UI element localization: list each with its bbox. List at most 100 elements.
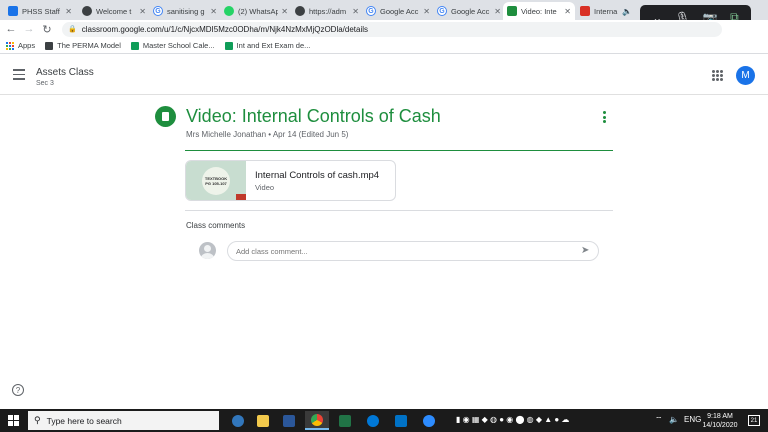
classroom-icon [507, 6, 517, 16]
sheets-icon [224, 41, 233, 50]
tab-video-internal-active[interactable]: Video: Inte ✕ [503, 2, 575, 20]
bookmark-icon [45, 41, 54, 50]
classroom-header: Assets Class Sec 3 M [0, 55, 768, 95]
edge-icon[interactable] [361, 411, 385, 430]
video-thumbnail: TEXTBOOK PG 105-107 [186, 161, 246, 200]
windows-taskbar: ⚲ Type here to search ▮ ◉ ▦ ◆ ◍ ● ◉ ⬤ ◍ … [0, 409, 768, 432]
clock-date: 14/10/2020 [702, 422, 738, 429]
tab-admin[interactable]: https://adm ✕ [291, 2, 363, 20]
browser-toolbar: ← → ↻ 🔒 classroom.google.com/u/1/c/NjcxM… [0, 20, 768, 38]
class-section: Sec 3 [36, 80, 54, 87]
tab-whatsapp[interactable]: (2) WhatsAp ✕ [220, 2, 292, 20]
comment-input[interactable] [227, 241, 599, 261]
class-name[interactable]: Assets Class [36, 67, 94, 78]
video-attachment-card[interactable]: TEXTBOOK PG 105-107 Internal Controls of… [185, 160, 396, 201]
help-icon[interactable]: ? [12, 384, 24, 396]
menu-icon[interactable] [13, 69, 25, 83]
address-bar[interactable]: 🔒 classroom.google.com/u/1/c/NjcxMDI5Mzc… [62, 21, 722, 37]
reload-icon[interactable]: ↻ [40, 23, 54, 36]
bookmark-label: Apps [18, 41, 36, 50]
tab-label: Welcome t [96, 6, 132, 16]
lock-icon: 🔒 [68, 26, 77, 33]
google-icon: G [153, 6, 163, 16]
word-icon[interactable] [277, 411, 301, 430]
taskbar-search[interactable]: ⚲ Type here to search [28, 411, 219, 430]
tab-label: Interna [594, 6, 618, 16]
tab-close-icon[interactable]: ✕ [352, 7, 359, 16]
youtube-icon [580, 6, 590, 16]
tab-label: Google Acc [380, 6, 419, 16]
attachment-type: Video [255, 183, 275, 192]
tab-close-icon[interactable]: ✕ [65, 7, 72, 16]
clock-time: 9:18 AM [707, 413, 733, 420]
tab-sanitising[interactable]: G sanitising g ✕ [149, 2, 221, 20]
globe-icon [82, 6, 92, 16]
outlook-icon[interactable] [389, 411, 413, 430]
send-icon[interactable]: ➤ [581, 245, 589, 256]
tab-label: PHSS Staff [22, 6, 60, 16]
back-arrow-icon[interactable]: ← [4, 23, 18, 35]
sheets-icon [130, 41, 139, 50]
chrome-icon[interactable] [305, 411, 329, 430]
tab-label: Google Acc [451, 6, 490, 16]
speaker-icon[interactable]: 🔈 [622, 7, 632, 16]
tab-close-icon[interactable]: ✕ [281, 7, 288, 16]
title-divider [185, 150, 613, 151]
google-icon: G [437, 6, 447, 16]
language-indicator[interactable]: ENG [684, 415, 701, 424]
network-icon[interactable]: ⌔ [655, 415, 663, 425]
user-avatar-icon [199, 242, 216, 259]
tab-label: sanitising g [167, 6, 205, 16]
search-placeholder: Type here to search [46, 415, 122, 426]
bookmark-apps[interactable]: Apps [6, 41, 35, 50]
bookmark-perma-model[interactable]: The PERMA Model [45, 41, 121, 50]
tab-label: https://adm [309, 6, 347, 16]
material-icon [155, 106, 176, 127]
attachment-name: Internal Controls of cash.mp4 [255, 170, 380, 181]
windows-start-icon[interactable] [8, 415, 19, 426]
google-apps-icon[interactable] [712, 70, 723, 81]
tab-welcome[interactable]: Welcome t ✕ [78, 2, 150, 20]
forward-arrow-icon[interactable]: → [22, 23, 36, 35]
tab-close-icon[interactable]: ✕ [564, 7, 571, 16]
notification-center-icon[interactable]: 21 [748, 415, 760, 426]
comments-divider [185, 210, 613, 211]
bookmark-master-calendar[interactable]: Master School Cale... [130, 41, 215, 50]
tab-label: Video: Inte [521, 6, 557, 16]
bookmark-label: Master School Cale... [142, 41, 215, 50]
zoom-icon[interactable] [417, 411, 441, 430]
tab-internal-youtube[interactable]: Interna 🔈 [576, 2, 636, 20]
thumbnail-corner [236, 194, 246, 200]
apps-grid-icon [6, 41, 14, 50]
tab-google-account-2[interactable]: G Google Acc ✕ [433, 2, 505, 20]
tab-close-icon[interactable]: ✕ [139, 7, 146, 16]
tab-label: (2) WhatsAp [238, 6, 279, 16]
post-meta: Mrs Michelle Jonathan • Apr 14 (Edited J… [186, 130, 349, 139]
class-comments-label: Class comments [186, 221, 246, 230]
bookmark-exam-details[interactable]: Int and Ext Exam de... [224, 41, 311, 50]
tab-favicon-icon [8, 6, 18, 16]
google-icon: G [366, 6, 376, 16]
account-avatar[interactable]: M [736, 66, 755, 85]
bookmarks-bar: Apps The PERMA Model Master School Cale.… [0, 38, 768, 54]
taskbar-clock[interactable]: 9:18 AM 14/10/2020 [700, 412, 740, 430]
bookmark-label: Int and Ext Exam de... [236, 41, 311, 50]
whatsapp-icon [224, 6, 234, 16]
file-explorer-icon[interactable] [251, 411, 275, 430]
more-options-icon[interactable] [603, 111, 607, 125]
bookmark-label: The PERMA Model [57, 41, 121, 50]
url-text: classroom.google.com/u/1/c/NjcxMDI5Mzc0O… [81, 24, 369, 34]
search-icon: ⚲ [34, 415, 41, 425]
edge-legacy-icon[interactable] [226, 411, 250, 430]
globe-icon [295, 6, 305, 16]
tab-close-icon[interactable]: ✕ [494, 7, 501, 16]
tab-phss-staff[interactable]: PHSS Staff ✕ [4, 2, 76, 20]
tray-icons[interactable]: ▮ ◉ ▦ ◆ ◍ ● ◉ ⬤ ◍ ◆ ▲ ● ☁ [456, 415, 569, 424]
tab-close-icon[interactable]: ✕ [210, 7, 217, 16]
excel-icon[interactable] [333, 411, 357, 430]
tab-google-account-1[interactable]: G Google Acc ✕ [362, 2, 434, 20]
tab-close-icon[interactable]: ✕ [423, 7, 430, 16]
post-title: Video: Internal Controls of Cash [186, 106, 441, 126]
volume-icon[interactable]: 🔈 [669, 415, 679, 424]
thumbnail-badge: TEXTBOOK PG 105-107 [202, 167, 230, 195]
